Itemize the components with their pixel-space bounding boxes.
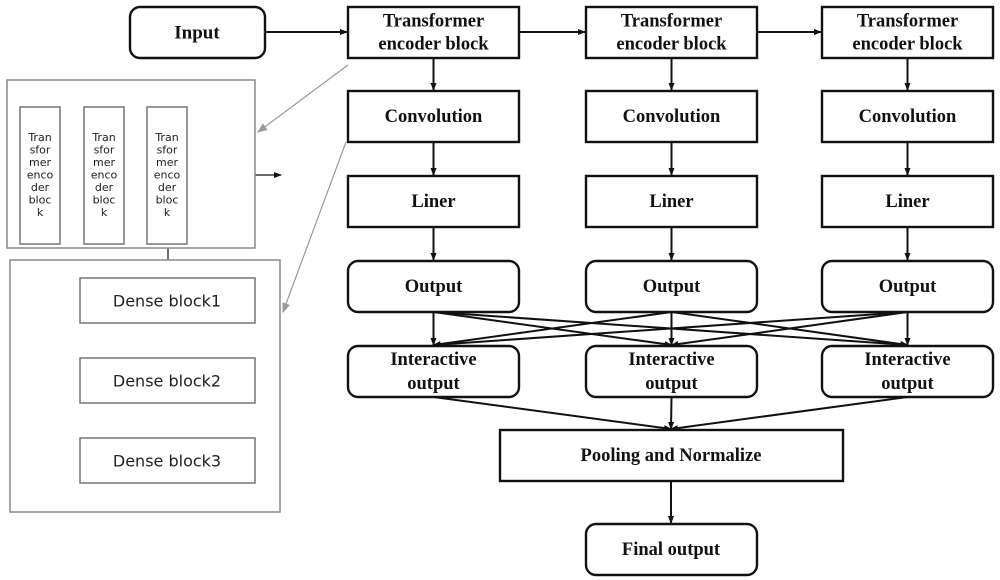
inset-encoder-label: mer bbox=[29, 156, 51, 169]
output-node-2: Output bbox=[584, 259, 759, 314]
encoder-block-3: Transformer encoder block bbox=[820, 5, 995, 60]
inset-encoder-label: sfor bbox=[157, 144, 178, 157]
callout-arrow-encoder-detail bbox=[257, 64, 349, 133]
interactive-output-label: output bbox=[645, 374, 698, 394]
arrow-interactive1-to-pooling bbox=[433, 396, 672, 432]
interactive-output-node-2: Interactive output bbox=[584, 344, 759, 399]
arrow-interactive3-to-pooling bbox=[670, 396, 908, 432]
input-label: Input bbox=[174, 23, 220, 44]
inset-encoder-label: der bbox=[95, 181, 114, 194]
encoder-block-label: Transformer bbox=[857, 12, 958, 32]
encoder-block-1: Transformer encoder block bbox=[346, 5, 521, 60]
liner-label: Liner bbox=[649, 192, 693, 212]
interactive-output-label: output bbox=[881, 374, 934, 394]
inset-encoder-label: k bbox=[164, 206, 171, 219]
inset-encoder-label: mer bbox=[93, 156, 115, 169]
flow-diagram: InputTransformerencoder blockConvolution… bbox=[6, 5, 995, 577]
pooling-label: Pooling and Normalize bbox=[581, 446, 762, 466]
encoder-block-2: Transformer encoder block bbox=[584, 5, 759, 60]
liner-block-2: Liner bbox=[584, 174, 759, 229]
liner-block-1: Liner bbox=[346, 174, 521, 229]
interactive-output-node-1: Interactive output bbox=[346, 344, 521, 399]
final-output-node: Final output bbox=[584, 522, 759, 577]
encoder-block-label: encoder block bbox=[616, 35, 727, 55]
liner-label: Liner bbox=[411, 192, 455, 212]
interactive-output-label: output bbox=[407, 374, 460, 394]
dense-block-label: Dense block1 bbox=[113, 292, 221, 311]
dense-block-1: Dense block1 bbox=[79, 277, 256, 324]
dense-block-2: Dense block2 bbox=[79, 357, 256, 404]
output-node-1: Output bbox=[346, 259, 521, 314]
inset-encoder-block-1: Transformerencoderblock bbox=[19, 106, 61, 245]
dense-block-label: Dense block2 bbox=[113, 372, 221, 391]
output-label: Output bbox=[879, 277, 937, 297]
dense-block-label: Dense block3 bbox=[113, 452, 221, 471]
inset-encoder-label: enco bbox=[154, 169, 181, 182]
inset-encoder-label: enco bbox=[27, 169, 54, 182]
inset-encoder-block-2: Transformerencoderblock bbox=[83, 106, 125, 245]
convolution-block-1: Convolution bbox=[346, 89, 521, 144]
inset-encoder-label: bloc bbox=[93, 194, 116, 207]
final-output-label: Final output bbox=[622, 540, 721, 560]
inset-encoder-label: der bbox=[158, 181, 177, 194]
inset-encoder-label: Tran bbox=[154, 131, 178, 144]
convolution-block-3: Convolution bbox=[820, 89, 995, 144]
inset-encoder-label: k bbox=[101, 206, 108, 219]
inset-encoder-label: Tran bbox=[91, 131, 115, 144]
inset-encoder-label: bloc bbox=[156, 194, 179, 207]
interactive-output-node-3: Interactive output bbox=[820, 344, 995, 399]
inset-encoder-label: sfor bbox=[30, 144, 51, 157]
liner-block-3: Liner bbox=[820, 174, 995, 229]
output-node-3: Output bbox=[820, 259, 995, 314]
interactive-output-label: Interactive bbox=[628, 350, 714, 370]
inset-encoder-label: bloc bbox=[29, 194, 52, 207]
encoder-block-label: encoder block bbox=[378, 35, 489, 55]
dense-block-3: Dense block3 bbox=[79, 437, 256, 484]
inset-encoder-label: k bbox=[37, 206, 44, 219]
interactive-output-label: Interactive bbox=[864, 350, 950, 370]
arrow-interactive2-to-pooling bbox=[668, 396, 675, 430]
inset-encoder-label: mer bbox=[156, 156, 178, 169]
encoder-block-label: Transformer bbox=[383, 12, 484, 32]
inset-encoder-label: enco bbox=[91, 169, 118, 182]
diagram-canvas: Input Transformer encoder block Convolution… bbox=[0, 0, 1000, 580]
encoder-block-label: Transformer bbox=[621, 12, 722, 32]
convolution-label: Convolution bbox=[859, 107, 957, 127]
input-node: Input bbox=[128, 5, 267, 60]
liner-label: Liner bbox=[885, 192, 929, 212]
pooling-normalize-block: Pooling and Normalize bbox=[498, 428, 845, 483]
convolution-block-2: Convolution bbox=[584, 89, 759, 144]
inset-encoder-block-3: Transformerencoderblock bbox=[146, 106, 188, 245]
encoder-block-label: encoder block bbox=[852, 35, 963, 55]
inset-encoder-label: der bbox=[31, 181, 50, 194]
callout-arrow-convolution-detail bbox=[282, 141, 347, 313]
output-label: Output bbox=[405, 277, 463, 297]
output-label: Output bbox=[643, 277, 701, 297]
inset-encoder-label: sfor bbox=[94, 144, 115, 157]
convolution-label: Convolution bbox=[385, 107, 483, 127]
interactive-output-label: Interactive bbox=[390, 350, 476, 370]
convolution-label: Convolution bbox=[623, 107, 721, 127]
inset-encoder-label: Tran bbox=[27, 131, 51, 144]
